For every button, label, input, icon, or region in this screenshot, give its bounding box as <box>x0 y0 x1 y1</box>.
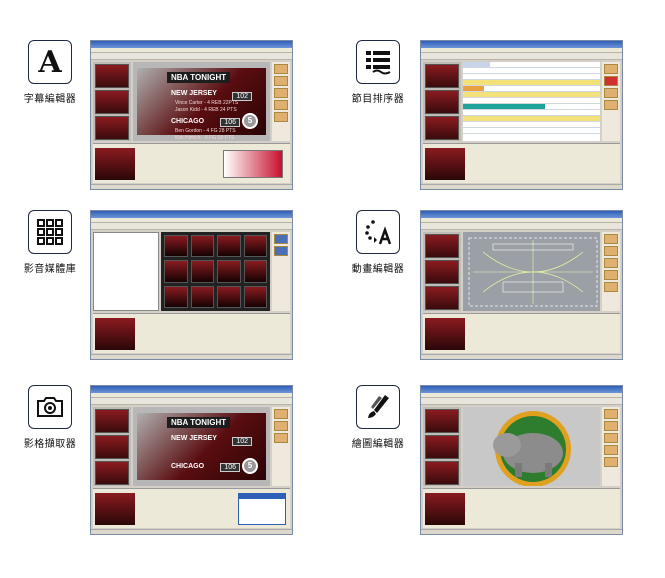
caption-editor-screenshot: NBA TONIGHT NEW JERSEY Vince Carter - 4 … <box>90 40 293 190</box>
status-bar <box>91 184 292 189</box>
tool-palette <box>602 62 620 141</box>
properties-panel <box>423 143 620 183</box>
feature-label: 繪圖編輯器 <box>351 439 405 450</box>
feature-capture[interactable]: 影格擷取器 <box>20 385 80 450</box>
capture-canvas: NBA TONIGHT NEW JERSEY 102 CHICAGO 106 5 <box>133 407 270 486</box>
team1-score: 102 <box>232 92 252 101</box>
motion-path-icon <box>356 210 400 254</box>
window-titlebar <box>421 211 622 218</box>
feature-label: 動畫編輯器 <box>351 264 405 275</box>
page-thumbnails <box>93 407 131 486</box>
folder-tree <box>93 232 159 311</box>
news-title: NBA TONIGHT <box>167 417 231 428</box>
team2-name: CHICAGO <box>171 463 205 470</box>
rundown-screenshot <box>420 40 623 190</box>
tool-palette <box>602 407 620 486</box>
properties-panel <box>93 143 290 183</box>
tool-palette <box>602 232 620 311</box>
preview-thumbnail <box>425 493 465 525</box>
feature-caption[interactable]: A 字幕編輯器 <box>20 40 80 105</box>
channel-badge: 5 <box>242 458 258 474</box>
team1-name: NEW JERSEY <box>171 435 217 442</box>
paint-editor-screenshot <box>420 385 623 535</box>
team1-name: NEW JERSEY <box>171 90 217 97</box>
team1-stat1: Vince Carter - 4 REB 22PTS <box>175 100 239 106</box>
tool-palette <box>272 232 290 311</box>
camera-icon <box>28 385 72 429</box>
window-titlebar <box>91 386 292 393</box>
status-bar <box>91 529 292 534</box>
window-titlebar <box>421 386 622 393</box>
page-thumbnails <box>423 232 461 311</box>
feature-animation[interactable]: 動畫編輯器 <box>348 210 408 275</box>
toolbar <box>91 398 292 405</box>
letter-a-icon: A <box>28 40 72 84</box>
animation-canvas <box>463 232 600 311</box>
preview-thumbnail <box>95 493 135 525</box>
paint-canvas <box>463 407 600 486</box>
properties-panel <box>93 313 290 353</box>
feature-paint[interactable]: 繪圖編輯器 <box>348 385 408 450</box>
preview-thumbnail <box>425 148 465 180</box>
preview-thumbnail <box>95 148 135 180</box>
capture-panel <box>93 488 290 528</box>
team1-score: 102 <box>232 437 252 446</box>
toolbar <box>421 53 622 60</box>
feature-label: 字幕編輯器 <box>23 94 77 105</box>
feature-rundown[interactable]: 節目排序器 <box>348 40 408 105</box>
brush-icon <box>356 385 400 429</box>
preview-thumbnail <box>425 318 465 350</box>
preview-thumbnail <box>95 318 135 350</box>
frame-capture-screenshot: NBA TONIGHT NEW JERSEY 102 CHICAGO 106 5 <box>90 385 293 535</box>
team2-score: 106 <box>220 118 240 127</box>
team2-stat2: Kirk Hinrich - 6 FG 18 PTS <box>175 135 235 141</box>
tool-palette <box>272 407 290 486</box>
team2-name: CHICAGO <box>171 118 205 125</box>
news-card: NBA TONIGHT NEW JERSEY Vince Carter - 4 … <box>137 68 266 141</box>
timeline-panel <box>423 313 620 353</box>
feature-label: 影格擷取器 <box>23 439 77 450</box>
tool-palette <box>272 62 290 141</box>
team2-stat1: Ben Gordon - 4 FG 28 PTS <box>175 128 236 134</box>
animation-editor-screenshot <box>420 210 623 360</box>
window-titlebar <box>91 211 292 218</box>
page-thumbnails <box>423 62 461 141</box>
feature-label: 影音媒體庫 <box>23 264 77 275</box>
news-title: NBA TONIGHT <box>167 72 231 83</box>
status-bar <box>421 184 622 189</box>
page-thumbnails <box>93 62 131 141</box>
window-titlebar <box>421 41 622 48</box>
brush-panel <box>423 488 620 528</box>
caption-canvas: NBA TONIGHT NEW JERSEY Vince Carter - 4 … <box>133 62 270 141</box>
channel-badge: 5 <box>242 113 258 129</box>
team2-score: 106 <box>220 463 240 472</box>
grid-icon <box>28 210 72 254</box>
media-library-screenshot <box>90 210 293 360</box>
toolbar <box>91 53 292 60</box>
caption-glyph: A <box>38 44 62 80</box>
toolbar <box>91 223 292 230</box>
page-thumbnails <box>423 407 461 486</box>
window-titlebar <box>91 41 292 48</box>
color-gradient-picker <box>223 150 283 178</box>
status-bar <box>421 529 622 534</box>
toolbar <box>421 223 622 230</box>
capture-dialog <box>238 493 286 525</box>
media-grid <box>161 232 270 311</box>
rundown-table <box>463 62 600 141</box>
feature-label: 節目排序器 <box>351 94 405 105</box>
toolbar <box>421 398 622 405</box>
feature-media[interactable]: 影音媒體庫 <box>20 210 80 275</box>
status-bar <box>421 354 622 359</box>
team1-stat2: Jason Kidd - 4 REB 24 PTS <box>175 107 237 113</box>
list-icon <box>356 40 400 84</box>
status-bar <box>91 354 292 359</box>
news-card: NBA TONIGHT NEW JERSEY 102 CHICAGO 106 5 <box>137 413 266 480</box>
